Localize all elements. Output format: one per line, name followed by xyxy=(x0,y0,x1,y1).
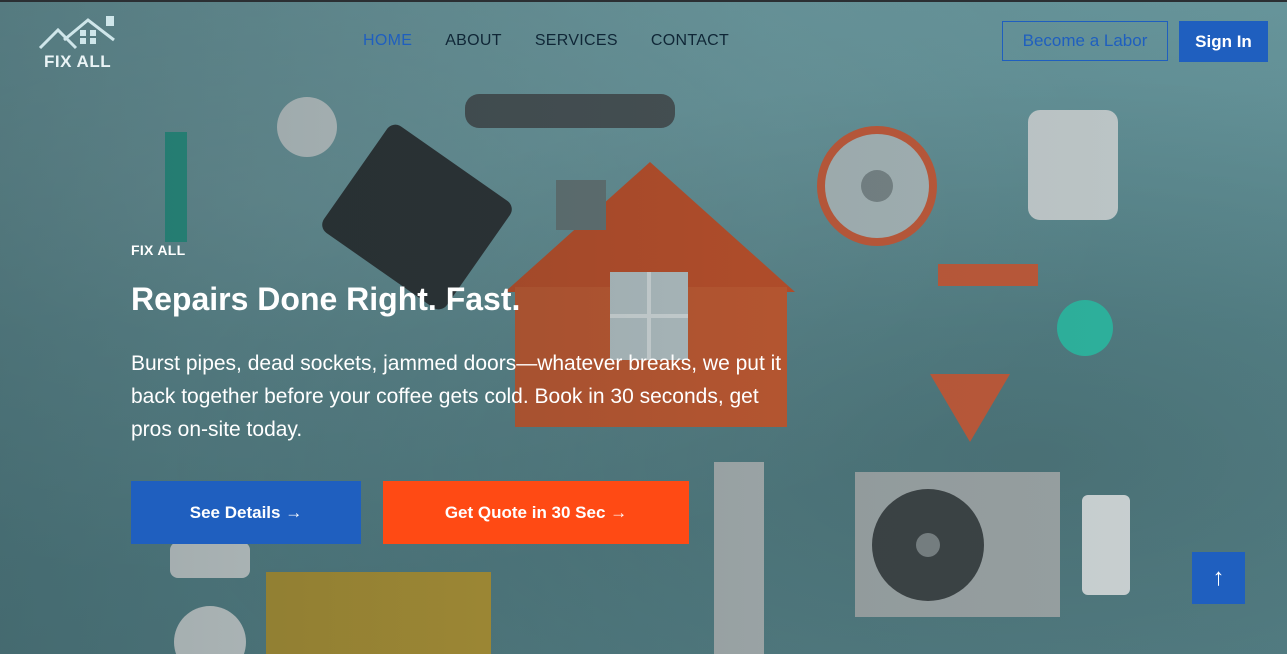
main-nav: HOME ABOUT SERVICES CONTACT xyxy=(363,32,729,50)
arrow-up-icon: ↑ xyxy=(1212,564,1225,591)
scroll-to-top-button[interactable]: ↑ xyxy=(1192,552,1245,604)
hero-title: Repairs Done Right. Fast. xyxy=(131,281,521,317)
get-quote-button[interactable]: Get Quote in 30 Sec → xyxy=(383,481,689,544)
see-details-button[interactable]: See Details → xyxy=(131,481,361,544)
hero-section xyxy=(0,2,1287,654)
brand-name: FIX ALL xyxy=(44,52,112,71)
hero-overlay xyxy=(0,2,1287,654)
nav-about[interactable]: ABOUT xyxy=(445,32,502,50)
hero-eyebrow: FIX ALL xyxy=(131,242,186,258)
house-roof-icon xyxy=(38,16,115,50)
become-labor-button[interactable]: Become a Labor xyxy=(1002,21,1168,61)
nav-contact[interactable]: CONTACT xyxy=(651,32,729,50)
sign-in-button[interactable]: Sign In xyxy=(1179,21,1268,62)
nav-services[interactable]: SERVICES xyxy=(535,32,618,50)
hero-description: Burst pipes, dead sockets, jammed doors—… xyxy=(131,352,782,441)
nav-home[interactable]: HOME xyxy=(363,32,412,50)
